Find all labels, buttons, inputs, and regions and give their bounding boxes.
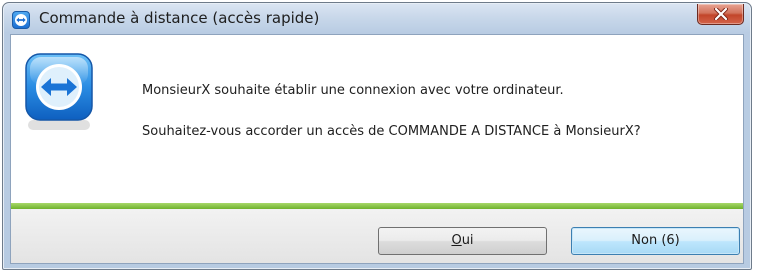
yes-button[interactable]: Oui bbox=[378, 227, 547, 255]
button-bar: Oui Non (6) bbox=[11, 209, 743, 263]
yes-button-label: ui bbox=[461, 233, 474, 248]
title-bar[interactable]: Commande à distance (accès rapide) bbox=[3, 3, 751, 35]
window-title: Commande à distance (accès rapide) bbox=[39, 9, 320, 27]
no-button-label: Non (6) bbox=[631, 233, 680, 248]
yes-button-accelerator: O bbox=[451, 233, 462, 248]
teamviewer-logo-icon bbox=[24, 48, 94, 138]
message-line-connection: MonsieurX souhaite établir une connexion… bbox=[142, 83, 564, 98]
close-icon bbox=[714, 8, 728, 20]
teamviewer-icon bbox=[12, 11, 30, 29]
dialog-content: MonsieurX souhaite établir une connexion… bbox=[10, 34, 744, 264]
close-button[interactable] bbox=[697, 4, 744, 25]
message-line-question: Souhaitez-vous accorder un accès de COMM… bbox=[142, 124, 641, 139]
dialog-window: Commande à distance (accès rapide) Monsi… bbox=[2, 2, 752, 270]
no-button[interactable]: Non (6) bbox=[571, 227, 740, 255]
